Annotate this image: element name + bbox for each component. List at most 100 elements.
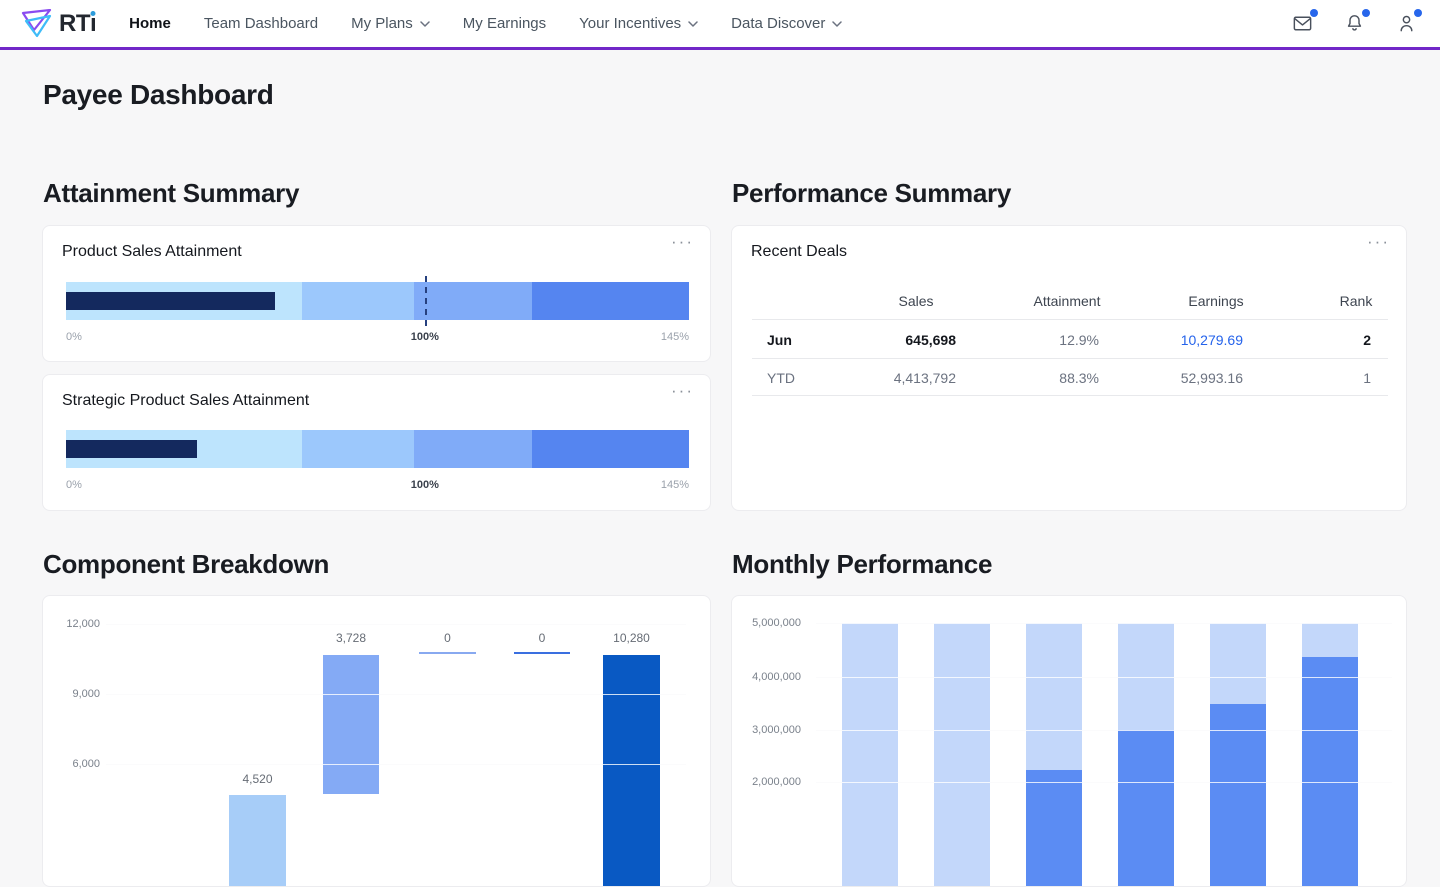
bar-value-label: 0 [444,631,451,645]
y-tick-label: 12,000 [43,618,100,630]
nav-item-label: Your Incentives [579,15,681,32]
monthly-bar-dark [1026,770,1082,886]
monthly-performance-card: 5,000,0004,000,0003,000,0002,000,000 [731,595,1407,887]
bullet-chart [66,430,689,468]
monthly-bar-dark [1302,657,1358,886]
grid-line-overlay [816,782,1392,783]
logo-rt: RT [59,10,90,38]
y-tick-label: 5,000,000 [732,617,801,629]
earnings-link[interactable]: 10,279.69 [1181,332,1243,348]
bullet-mid-label: 100% [411,479,439,491]
table-cell: 88.3% [1059,370,1099,386]
waterfall-bar [229,795,286,886]
monthly-bar-light [842,623,898,886]
bullet-target-marker [425,276,427,326]
component-breakdown-chart: 12,0009,0006,0004,5203,7280010,280 [43,596,710,886]
nav-item-home[interactable]: Home [129,15,171,32]
bullet-segment [302,282,414,320]
nav-item-label: My Earnings [463,15,546,32]
grid-line-overlay [106,694,686,695]
grid-line-overlay [106,624,686,625]
bullet-min-label: 0% [66,479,82,491]
table-row-divider [752,358,1388,359]
card-menu-button[interactable]: ··· [671,232,694,252]
table-header-cell: Attainment [1034,293,1101,309]
section-heading-attainment: Attainment Summary [43,178,299,209]
grid-line-overlay [816,730,1392,731]
bell-button[interactable] [1343,12,1366,35]
bullet-segment [414,430,532,468]
table-row-label: YTD [767,370,795,386]
bullet-segment [302,430,414,468]
section-heading-component: Component Breakdown [43,549,329,580]
waterfall-bar [323,655,379,794]
notification-badge [1362,9,1370,17]
card-title: Recent Deals [751,243,847,261]
notification-badge [1310,9,1318,17]
rti-logo-icon [20,9,54,39]
grid-line-overlay [816,623,1392,624]
bullet-segment [532,430,689,468]
grid-line-overlay [816,677,1392,678]
section-heading-monthly: Monthly Performance [732,549,992,580]
bullet-mid-label: 100% [411,331,439,343]
nav-item-label: Data Discover [731,15,825,32]
rti-logo[interactable]: RTı [20,9,96,39]
monthly-bar-light [934,623,990,886]
chevron-down-icon [688,21,698,27]
bullet-min-label: 0% [66,331,82,343]
table-row-divider [752,319,1388,320]
table-row-label: Jun [767,332,792,348]
nav-item-your-incentives[interactable]: Your Incentives [579,15,698,32]
nav-item-data-discover[interactable]: Data Discover [731,15,842,32]
bar-value-label: 10,280 [613,631,650,645]
y-tick-label: 4,000,000 [732,671,801,683]
main-nav: Home Team Dashboard My Plans My Earnings You… [129,15,842,32]
monthly-bar-dark [1118,730,1174,886]
table-cell: 4,413,792 [894,370,956,386]
table-header-cell: Earnings [1188,293,1243,309]
recent-deals-card: Recent Deals ··· SalesAttainmentEarnings… [731,225,1407,511]
y-tick-label: 9,000 [43,688,100,700]
logo-i-dot [91,11,96,16]
bar-value-label: 0 [539,631,546,645]
component-breakdown-card: 12,0009,0006,0004,5203,7280010,280 [42,595,711,887]
table-cell: 12.9% [1059,332,1099,348]
card-title: Strategic Product Sales Attainment [62,392,309,410]
product-sales-attainment-card: Product Sales Attainment ··· 0% 100% 145% [42,225,711,362]
page-title: Payee Dashboard [43,79,274,111]
chevron-down-icon [832,21,842,27]
nav-item-my-earnings[interactable]: My Earnings [463,15,546,32]
bullet-value-bar [66,440,197,458]
waterfall-bar [514,652,570,654]
card-menu-button[interactable]: ··· [1367,232,1390,252]
bar-value-label: 3,728 [336,631,366,645]
chevron-down-icon [420,21,430,27]
nav-item-label: Home [129,15,171,32]
waterfall-bar [419,652,476,654]
bullet-max-label: 145% [661,331,689,343]
bullet-chart [66,282,689,320]
y-tick-label: 6,000 [43,758,100,770]
card-title: Product Sales Attainment [62,243,242,261]
strategic-product-sales-attainment-card: Strategic Product Sales Attainment ··· 0… [42,374,711,511]
table-header-cell: Rank [1340,293,1373,309]
user-button[interactable] [1395,12,1418,35]
rti-logo-text: RTı [59,10,96,38]
table-cell: 1 [1363,370,1371,386]
top-nav: RTı Home Team Dashboard My Plans My Earning… [0,0,1440,50]
section-heading-performance: Performance Summary [732,178,1011,209]
bullet-scale-labels: 0% 100% 145% [66,331,689,345]
table-cell: 645,698 [905,332,956,348]
card-menu-button[interactable]: ··· [671,381,694,401]
bullet-scale-labels: 0% 100% 145% [66,479,689,493]
nav-item-label: Team Dashboard [204,15,318,32]
mail-button[interactable] [1291,12,1314,35]
bullet-max-label: 145% [661,479,689,491]
grid-line-overlay [106,764,686,765]
nav-item-my-plans[interactable]: My Plans [351,15,430,32]
bullet-segment [532,282,689,320]
waterfall-bar [603,655,660,886]
nav-item-team-dashboard[interactable]: Team Dashboard [204,15,318,32]
bullet-value-bar [66,292,275,310]
